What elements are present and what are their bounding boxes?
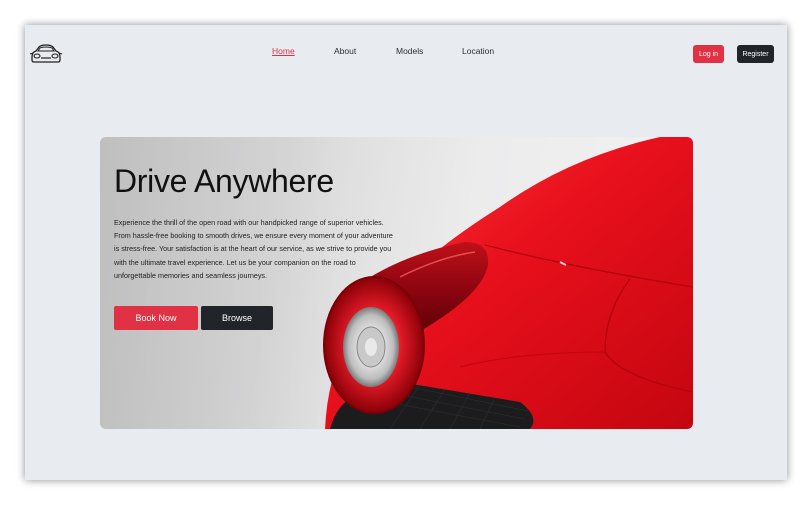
car-logo-icon[interactable] — [29, 43, 63, 65]
hero-title: Drive Anywhere — [114, 163, 334, 199]
hero-banner: Drive Anywhere Experience the thrill of … — [100, 137, 693, 429]
page-frame: Home About Models Location Log in Regist… — [25, 25, 787, 480]
book-now-button[interactable]: Book Now — [114, 306, 198, 330]
browse-button[interactable]: Browse — [201, 306, 273, 330]
nav-about[interactable]: About — [334, 46, 356, 56]
hero-description: Experience the thrill of the open road w… — [114, 218, 393, 280]
nav-location[interactable]: Location — [462, 46, 494, 56]
nav-models[interactable]: Models — [396, 46, 423, 56]
register-button[interactable]: Register — [737, 45, 774, 63]
nav-home[interactable]: Home — [272, 46, 295, 56]
login-button[interactable]: Log in — [693, 45, 724, 63]
